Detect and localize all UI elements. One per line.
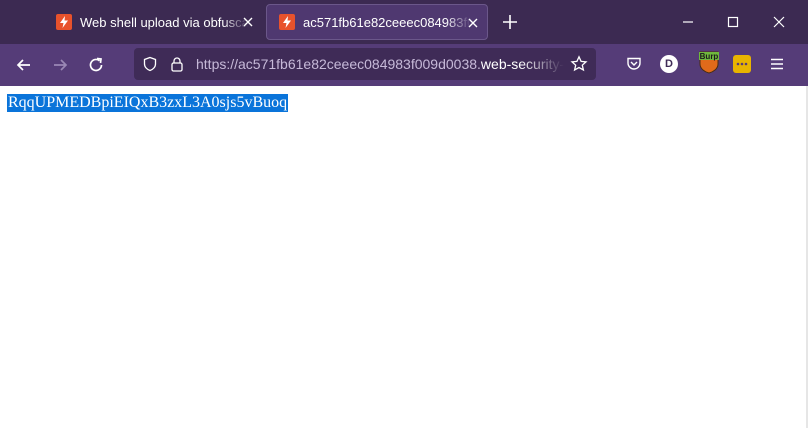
url-text[interactable]: https://ac571fb61e82ceeec084983f009d0038…	[196, 56, 564, 72]
lightning-bolt-favicon	[279, 14, 295, 30]
url-prefix: https://ac571fb61e82ceeec084983f009d0038…	[196, 56, 481, 72]
hamburger-menu-icon[interactable]	[768, 55, 786, 73]
navigation-toolbar: https://ac571fb61e82ceeec084983f009d0038…	[0, 44, 808, 86]
burp-suite-icon[interactable]: Burp	[698, 50, 720, 74]
close-tab-icon[interactable]	[465, 15, 481, 31]
shield-icon[interactable]	[142, 56, 158, 72]
reload-icon[interactable]	[86, 55, 106, 75]
tab-title: ac571fb61e82ceeec084983f009d0038.web-sec…	[303, 14, 471, 30]
url-domain: web-security-academy.net	[480, 56, 564, 72]
svg-text:Burp: Burp	[700, 52, 719, 61]
arrow-left-icon[interactable]	[14, 55, 34, 75]
extension-icon[interactable]	[733, 55, 751, 73]
maximize-icon[interactable]	[721, 10, 745, 34]
tab-title: Web shell upload via obfuscated file ext…	[80, 14, 248, 30]
pocket-icon[interactable]	[625, 55, 643, 73]
tab-lab[interactable]: Web shell upload via obfuscated file ext…	[44, 4, 262, 40]
lightning-bolt-favicon	[56, 14, 72, 30]
new-tab-icon[interactable]	[500, 12, 520, 32]
lock-icon[interactable]	[170, 56, 184, 72]
tab-current[interactable]: ac571fb61e82ceeec084983f009d0038.web-sec…	[266, 4, 488, 40]
account-avatar[interactable]: D	[660, 55, 678, 73]
star-icon[interactable]	[570, 55, 588, 73]
extension-dots-icon	[736, 62, 748, 66]
close-window-icon[interactable]	[767, 10, 791, 34]
arrow-right-icon[interactable]	[50, 55, 70, 75]
minimize-icon[interactable]	[676, 10, 700, 34]
close-tab-icon[interactable]	[240, 14, 256, 30]
page-content: RqqUPMEDBpiEIQxB3zxL3A0sjs5vBuoq	[0, 86, 808, 428]
tab-strip: Web shell upload via obfuscated file ext…	[0, 0, 808, 44]
selected-text[interactable]: RqqUPMEDBpiEIQxB3zxL3A0sjs5vBuoq	[7, 94, 289, 112]
url-bar[interactable]: https://ac571fb61e82ceeec084983f009d0038…	[134, 48, 596, 80]
